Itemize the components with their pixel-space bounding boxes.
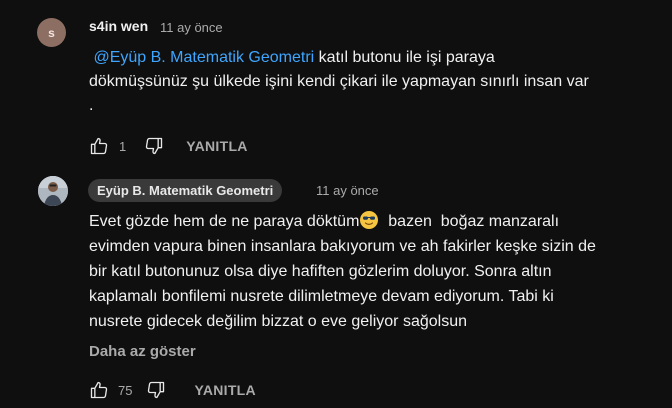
reply-text-line: bazen boğaz manzaralı bbox=[379, 213, 560, 230]
like-count: 75 bbox=[118, 382, 133, 398]
creator-author-badge[interactable]: Eyüp B. Matematik Geometri bbox=[88, 179, 283, 202]
reply-text-line: nusrete gidecek değilim bizzat o eve gel… bbox=[89, 313, 467, 330]
thumbs-down-icon[interactable] bbox=[146, 380, 166, 400]
reply-button[interactable]: YANITLA bbox=[194, 382, 255, 398]
reply-text-line: Evet gözde hem de ne paraya döktüm bbox=[89, 213, 360, 230]
show-less-button[interactable]: Daha az göster bbox=[89, 343, 196, 360]
comment-text: @Eyüp B. Matematik Geometri katıl butonu… bbox=[89, 46, 649, 118]
comment-text-line: . bbox=[89, 97, 94, 114]
reply-text-line: kaplamalı bonfilemi nusrete dilimletmeye… bbox=[89, 288, 554, 305]
thumbs-up-icon[interactable] bbox=[89, 380, 109, 400]
reply-text-line: bir katıl butonunuz olsa diye hafiften g… bbox=[89, 263, 552, 280]
comment-timestamp[interactable]: 11 ay önce bbox=[160, 20, 223, 35]
reply-author[interactable]: Eyüp B. Matematik Geometri bbox=[97, 183, 273, 198]
avatar[interactable]: s bbox=[37, 18, 66, 47]
reply-text-line: evimden vapura binen insanlara bakıyorum… bbox=[89, 238, 596, 255]
comment-author[interactable]: s4in wen bbox=[89, 18, 148, 34]
comment-text-line: dökmüşsünüz şu ülkede işini kendi çikari… bbox=[89, 73, 589, 90]
reply-text: Evet gözde hem de ne paraya döktüm bazen… bbox=[89, 209, 649, 334]
reply-button[interactable]: YANITLA bbox=[186, 138, 247, 154]
mention-link[interactable]: @Eyüp B. Matematik Geometri bbox=[93, 49, 314, 66]
reply-timestamp[interactable]: 11 ay önce bbox=[316, 183, 379, 198]
comment-text-line: katıl butonu ile işi paraya bbox=[314, 49, 495, 66]
avatar-letter: s bbox=[48, 25, 55, 40]
thumbs-up-icon[interactable] bbox=[89, 136, 109, 156]
avatar[interactable] bbox=[38, 176, 68, 206]
reply-actions: 75 YANITLA bbox=[89, 380, 256, 400]
like-count: 1 bbox=[119, 138, 127, 154]
comment-actions: 1 YANITLA bbox=[89, 136, 248, 156]
thumbs-down-icon[interactable] bbox=[144, 136, 164, 156]
smiling-face-with-sunglasses-emoji-icon bbox=[360, 211, 379, 229]
